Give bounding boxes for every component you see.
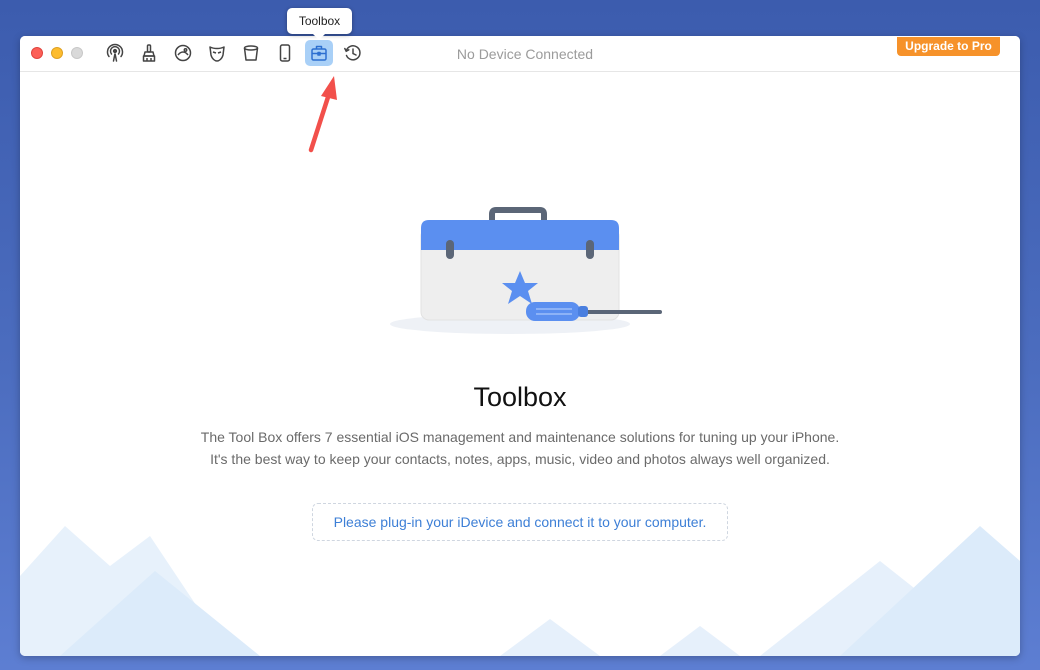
toolbox-tab-button[interactable] bbox=[305, 40, 333, 66]
window-title: No Device Connected bbox=[456, 46, 594, 62]
description-line-1: The Tool Box offers 7 essential iOS mana… bbox=[200, 429, 840, 445]
toolbox-description: The Tool Box offers 7 essential iOS mana… bbox=[20, 426, 1020, 470]
toolbox-icon bbox=[311, 45, 327, 61]
plug-in-device-prompt: Please plug-in your iDevice and connect … bbox=[312, 503, 728, 541]
annotation-arrow bbox=[308, 76, 337, 153]
title-bar: No Device Connected Upgrade to Pro bbox=[20, 36, 1020, 72]
mask-icon[interactable] bbox=[203, 40, 231, 66]
toolbox-illustration bbox=[390, 207, 662, 334]
history-clock-icon[interactable] bbox=[339, 40, 367, 66]
phone-icon[interactable] bbox=[271, 40, 299, 66]
background-mountains bbox=[20, 526, 1020, 656]
airplay-icon[interactable] bbox=[101, 40, 129, 66]
zoom-window-button[interactable] bbox=[71, 47, 83, 59]
photo-sphere-icon[interactable] bbox=[169, 40, 197, 66]
toolbox-tooltip: Toolbox bbox=[287, 8, 352, 40]
upgrade-to-pro-button[interactable]: Upgrade to Pro bbox=[897, 37, 1000, 56]
app-window: No Device Connected Upgrade to Pro Toolb… bbox=[20, 36, 1020, 656]
cleaner-brush-icon[interactable] bbox=[135, 40, 163, 66]
close-window-button[interactable] bbox=[31, 47, 43, 59]
minimize-window-button[interactable] bbox=[51, 47, 63, 59]
bucket-icon[interactable] bbox=[237, 40, 265, 66]
page-title: Toolbox bbox=[473, 382, 567, 412]
description-line-2: It's the best way to keep your contacts,… bbox=[210, 451, 830, 467]
